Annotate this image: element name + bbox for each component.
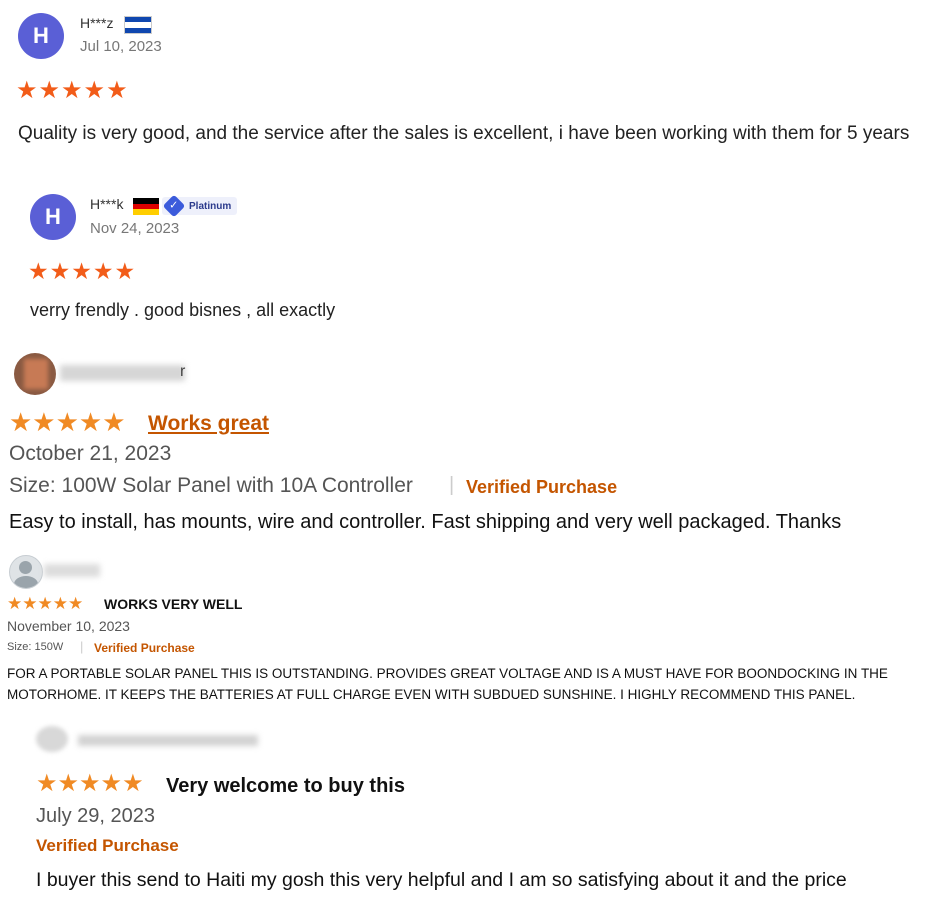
star-rating: ★★★★★ — [7, 594, 84, 613]
verified-check-icon: ✓ — [162, 194, 186, 218]
avatar: H — [30, 194, 76, 240]
review-card-4: ★★★★★ WORKS VERY WELL November 10, 2023 … — [0, 550, 950, 710]
review-card-1: H H***z Jul 10, 2023 ★★★★★ Quality is ve… — [0, 0, 950, 185]
el-salvador-flag-icon — [124, 16, 152, 34]
blurred-reviewer-name — [60, 365, 185, 381]
review-title-link[interactable]: Works great — [148, 412, 269, 436]
product-variant: Size: 150W — [7, 641, 64, 653]
verified-purchase-badge: Verified Purchase — [466, 477, 618, 497]
review-text: Easy to install, has mounts, wire and co… — [9, 511, 842, 533]
verified-purchase-badge: Verified Purchase — [36, 836, 179, 855]
avatar-letter: H — [33, 23, 49, 48]
review-date: November 10, 2023 — [7, 618, 130, 634]
avatar: H — [18, 13, 64, 59]
review-card-3: r ★★★★★ Works great October 21, 2023 Siz… — [0, 345, 950, 550]
germany-flag-icon — [133, 198, 159, 215]
review-card-5: ★★★★★ Very welcome to buy this July 29, … — [0, 712, 950, 905]
review-date: Jul 10, 2023 — [80, 38, 162, 55]
review-card-2: H H***k ✓ Platinum Nov 24, 2023 ★★★★★ ve… — [12, 185, 950, 345]
avatar-letter: H — [45, 204, 61, 229]
reviewer-name: H***z — [80, 15, 114, 31]
review-text-line-1: FOR A PORTABLE SOLAR PANEL THIS IS OUTST… — [7, 666, 888, 681]
star-rating: ★★★★★ — [9, 407, 126, 437]
review-title: Very welcome to buy this — [166, 775, 405, 797]
review-text: Quality is very good, and the service af… — [18, 123, 910, 144]
review-date: Nov 24, 2023 — [90, 220, 180, 237]
star-rating: ★★★★★ — [28, 258, 137, 284]
avatar — [9, 555, 43, 589]
name-fragment: r — [180, 363, 186, 380]
blurred-reviewer-name — [78, 735, 258, 746]
review-date: October 21, 2023 — [9, 442, 172, 465]
separator: | — [80, 639, 84, 654]
platinum-badge: ✓ Platinum — [162, 194, 238, 218]
product-variant: Size: 100W Solar Panel with 10A Controll… — [9, 474, 413, 497]
star-rating: ★★★★★ — [16, 77, 129, 104]
avatar — [14, 353, 56, 395]
badge-label: Platinum — [189, 200, 232, 212]
review-text: I buyer this send to Haiti my gosh this … — [36, 869, 847, 891]
review-text: verry frendly . good bisnes , all exactl… — [30, 300, 336, 320]
review-title: WORKS VERY WELL — [104, 596, 243, 612]
verified-purchase-badge: Verified Purchase — [94, 641, 195, 655]
review-text-line-2: MOTORHOME. IT KEEPS THE BATTERIES AT FUL… — [7, 687, 856, 702]
avatar — [36, 726, 68, 752]
review-date: July 29, 2023 — [36, 805, 155, 827]
reviewer-name: H***k — [90, 196, 124, 212]
star-rating: ★★★★★ — [36, 770, 144, 797]
blurred-reviewer-name — [44, 564, 100, 577]
separator: | — [449, 474, 455, 496]
